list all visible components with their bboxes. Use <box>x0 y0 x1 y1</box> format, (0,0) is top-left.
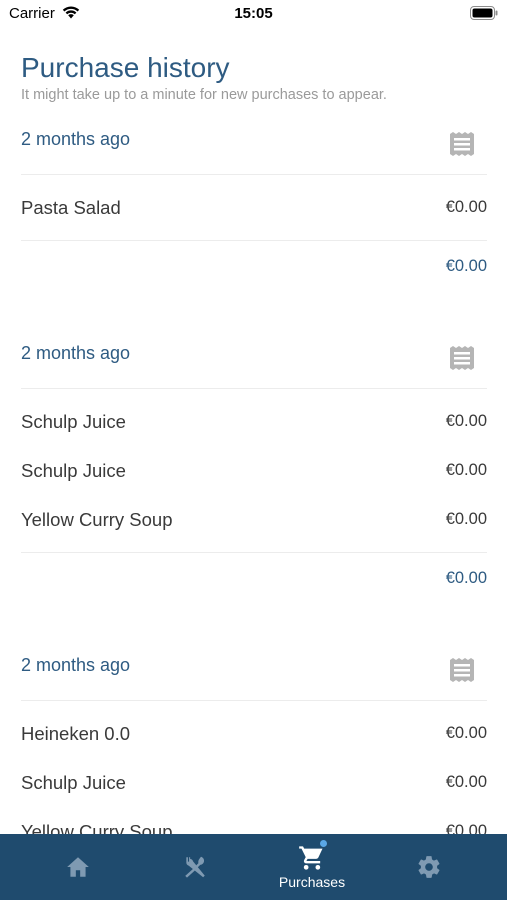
item-price: €0.00 <box>445 510 487 528</box>
purchase-items: Pasta Salad €0.00 <box>21 175 487 241</box>
purchase-header: 2 months ago <box>21 331 487 389</box>
purchase-items: Schulp Juice €0.00 Schulp Juice €0.00 Ye… <box>21 389 487 553</box>
purchase-group: 2 months ago Schulp Juice €0.00 Schulp J… <box>21 331 487 603</box>
item-name: Yellow Curry Soup <box>21 821 173 834</box>
list-item: Yellow Curry Soup €0.00 <box>21 495 487 544</box>
item-name: Schulp Juice <box>21 460 126 481</box>
status-bar: Carrier 15:05 <box>0 0 507 28</box>
item-price: €0.00 <box>445 724 487 742</box>
tab-label: Purchases <box>278 874 346 890</box>
purchase-items: Heineken 0.0 €0.00 Schulp Juice €0.00 Ye… <box>21 701 487 834</box>
item-name: Heineken 0.0 <box>21 723 131 744</box>
utensils-icon <box>137 854 253 880</box>
list-item: Heineken 0.0 €0.00 <box>21 709 487 758</box>
gear-icon <box>371 854 487 880</box>
purchase-date: 2 months ago <box>21 655 131 675</box>
purchase-total-row: €0.00 <box>21 553 487 603</box>
notification-dot <box>320 840 327 847</box>
item-price: €0.00 <box>445 412 487 430</box>
battery-icon <box>470 6 498 25</box>
receipt-icon[interactable] <box>449 345 475 376</box>
purchase-date: 2 months ago <box>21 343 131 363</box>
list-item: Yellow Curry Soup €0.00 <box>21 807 487 834</box>
tab-bar: Purchases <box>0 834 507 900</box>
purchase-list[interactable]: 2 months ago Pasta Salad €0.00 €0.00 2 m… <box>21 117 487 834</box>
receipt-icon[interactable] <box>449 131 475 162</box>
tab-purchases[interactable]: Purchases <box>254 834 370 900</box>
home-icon <box>20 854 136 880</box>
list-item: Pasta Salad €0.00 <box>21 183 487 232</box>
purchase-total: €0.00 <box>445 569 487 587</box>
list-item: Schulp Juice €0.00 <box>21 758 487 807</box>
purchase-header: 2 months ago <box>21 117 487 175</box>
tab-settings[interactable] <box>371 834 487 900</box>
purchase-total: €0.00 <box>445 257 487 275</box>
item-name: Schulp Juice <box>21 772 126 793</box>
item-price: €0.00 <box>445 822 487 834</box>
item-name: Pasta Salad <box>21 197 121 218</box>
purchase-total-row: €0.00 <box>21 241 487 291</box>
item-price: €0.00 <box>445 198 487 216</box>
page-subtitle: It might take up to a minute for new pur… <box>21 87 387 103</box>
purchase-header: 2 months ago <box>21 643 487 701</box>
item-name: Schulp Juice <box>21 411 126 432</box>
purchase-group: 2 months ago Heineken 0.0 €0.00 Schulp J… <box>21 643 487 834</box>
cart-icon <box>254 844 370 872</box>
list-item: Schulp Juice €0.00 <box>21 397 487 446</box>
item-price: €0.00 <box>445 773 487 791</box>
clock: 15:05 <box>234 5 273 22</box>
item-name: Yellow Curry Soup <box>21 509 173 530</box>
purchase-date: 2 months ago <box>21 129 131 149</box>
tab-home[interactable] <box>20 834 136 900</box>
item-price: €0.00 <box>445 461 487 479</box>
list-item: Schulp Juice €0.00 <box>21 446 487 495</box>
tab-menu[interactable] <box>137 834 253 900</box>
purchase-group: 2 months ago Pasta Salad €0.00 €0.00 <box>21 117 487 291</box>
page-title: Purchase history <box>21 52 230 83</box>
receipt-icon[interactable] <box>449 657 475 688</box>
